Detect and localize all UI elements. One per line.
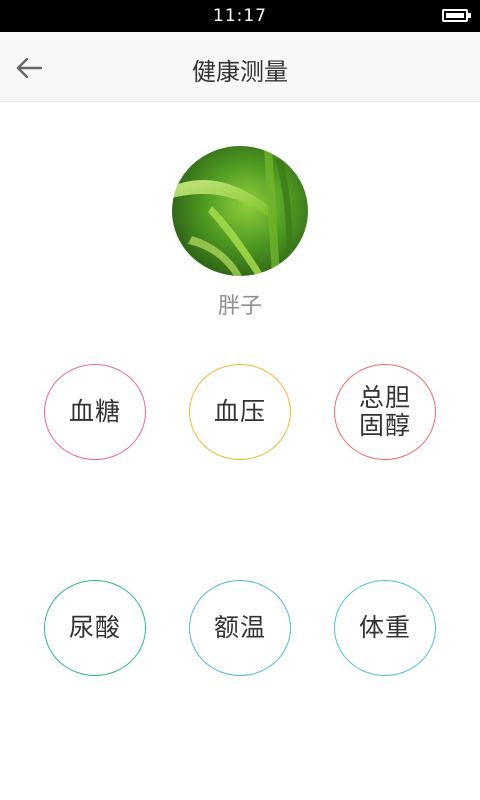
status-bar: 11:17 bbox=[0, 0, 480, 32]
weight-label: 体重 bbox=[358, 613, 411, 642]
forehead-temperature-label: 额温 bbox=[213, 613, 266, 642]
blood-glucose-button[interactable]: 血糖 bbox=[44, 364, 146, 460]
arrow-left-icon bbox=[16, 57, 43, 79]
username: 胖子 bbox=[217, 294, 262, 319]
battery-icon bbox=[442, 9, 471, 22]
blood-pressure-label: 血压 bbox=[213, 397, 266, 426]
back-button[interactable] bbox=[8, 47, 50, 89]
uric-acid-label: 尿酸 bbox=[68, 613, 121, 642]
blood-pressure-button[interactable]: 血压 bbox=[189, 364, 291, 460]
avatar[interactable] bbox=[172, 146, 308, 276]
weight-button[interactable]: 体重 bbox=[334, 580, 436, 676]
cholesterol-button[interactable]: 总胆固醇 bbox=[334, 364, 436, 460]
nav-bar: 健康测量 bbox=[0, 32, 480, 102]
status-time: 11:17 bbox=[213, 6, 267, 26]
blood-glucose-label: 血糖 bbox=[68, 397, 121, 426]
cholesterol-label: 总胆固醇 bbox=[358, 383, 411, 440]
page-title: 健康测量 bbox=[192, 58, 288, 86]
uric-acid-button[interactable]: 尿酸 bbox=[44, 580, 146, 676]
forehead-temperature-button[interactable]: 额温 bbox=[189, 580, 291, 676]
